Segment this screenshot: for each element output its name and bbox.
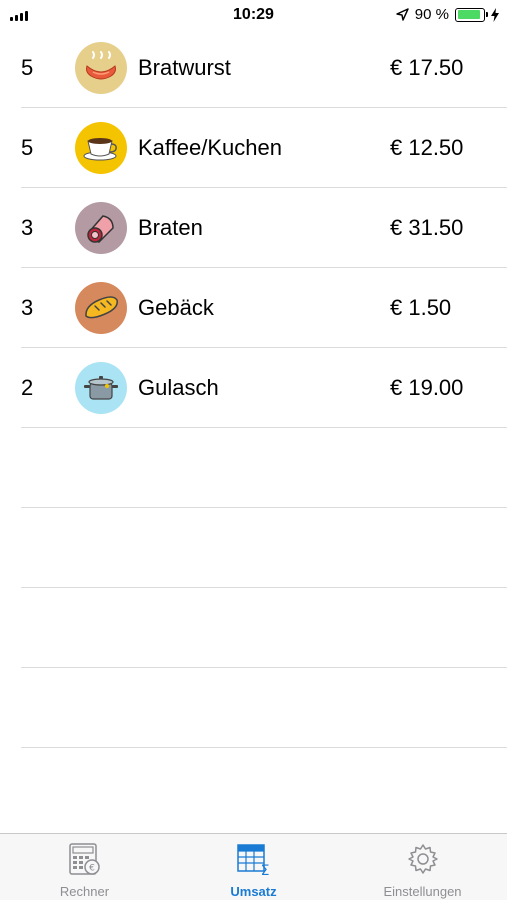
calculator-icon: € bbox=[68, 843, 100, 875]
battery-percent: 90 % bbox=[414, 6, 449, 23]
svg-text:Σ: Σ bbox=[260, 863, 269, 876]
item-name: Gebäck bbox=[138, 295, 214, 320]
tab-label: Umsatz bbox=[230, 884, 277, 899]
tab-einstellungen[interactable]: Einstellungen bbox=[338, 834, 507, 901]
item-price: € 19.00 bbox=[390, 375, 464, 400]
tab-label: Rechner bbox=[59, 884, 110, 899]
coffee-cup-icon bbox=[75, 122, 127, 174]
tab-umsatz[interactable]: Σ Umsatz bbox=[169, 834, 338, 901]
item-price: € 31.50 bbox=[390, 215, 464, 240]
battery-icon bbox=[455, 7, 488, 22]
list-item[interactable]: 3 Gebäck € 1.50 bbox=[21, 268, 507, 348]
sausage-icon bbox=[75, 42, 127, 94]
item-price: € 12.50 bbox=[390, 135, 464, 160]
charging-bolt-icon bbox=[491, 7, 499, 22]
empty-row bbox=[21, 428, 507, 508]
list-item[interactable]: 5 Bratwurst € 17.50 bbox=[21, 28, 507, 108]
gear-icon bbox=[407, 844, 438, 874]
status-bar: 10:29 90 % bbox=[0, 0, 507, 30]
sales-table-icon: Σ bbox=[236, 844, 269, 876]
tab-label: Einstellungen bbox=[383, 884, 462, 899]
location-arrow-icon bbox=[396, 8, 409, 21]
item-quantity: 3 bbox=[21, 215, 34, 240]
bread-icon bbox=[75, 282, 127, 334]
list-item[interactable]: 2 Gulasch € 19.00 bbox=[21, 348, 507, 428]
tab-bar: € Rechner Σ Umsatz Einstellungen bbox=[0, 833, 507, 900]
roast-icon bbox=[75, 202, 127, 254]
item-name: Gulasch bbox=[138, 375, 219, 400]
item-price: € 1.50 bbox=[390, 295, 452, 320]
item-name: Kaffee/Kuchen bbox=[138, 135, 282, 160]
item-name: Bratwurst bbox=[138, 55, 231, 80]
sales-list: 5 Bratwurst € 17.50 5 Kaffee/Kuchen € 12… bbox=[0, 28, 507, 748]
item-quantity: 3 bbox=[21, 295, 34, 320]
svg-text:€: € bbox=[89, 864, 95, 874]
tab-rechner[interactable]: € Rechner bbox=[0, 834, 169, 901]
item-quantity: 5 bbox=[21, 135, 34, 160]
item-quantity: 5 bbox=[21, 55, 34, 80]
pot-icon bbox=[75, 362, 127, 414]
list-item[interactable]: 5 Kaffee/Kuchen € 12.50 bbox=[21, 108, 507, 188]
empty-row bbox=[21, 588, 507, 668]
item-name: Braten bbox=[138, 215, 203, 240]
item-price: € 17.50 bbox=[390, 55, 464, 80]
list-item[interactable]: 3 Braten € 31.50 bbox=[21, 188, 507, 268]
empty-row bbox=[21, 668, 507, 748]
empty-row bbox=[21, 508, 507, 588]
item-quantity: 2 bbox=[21, 375, 34, 400]
